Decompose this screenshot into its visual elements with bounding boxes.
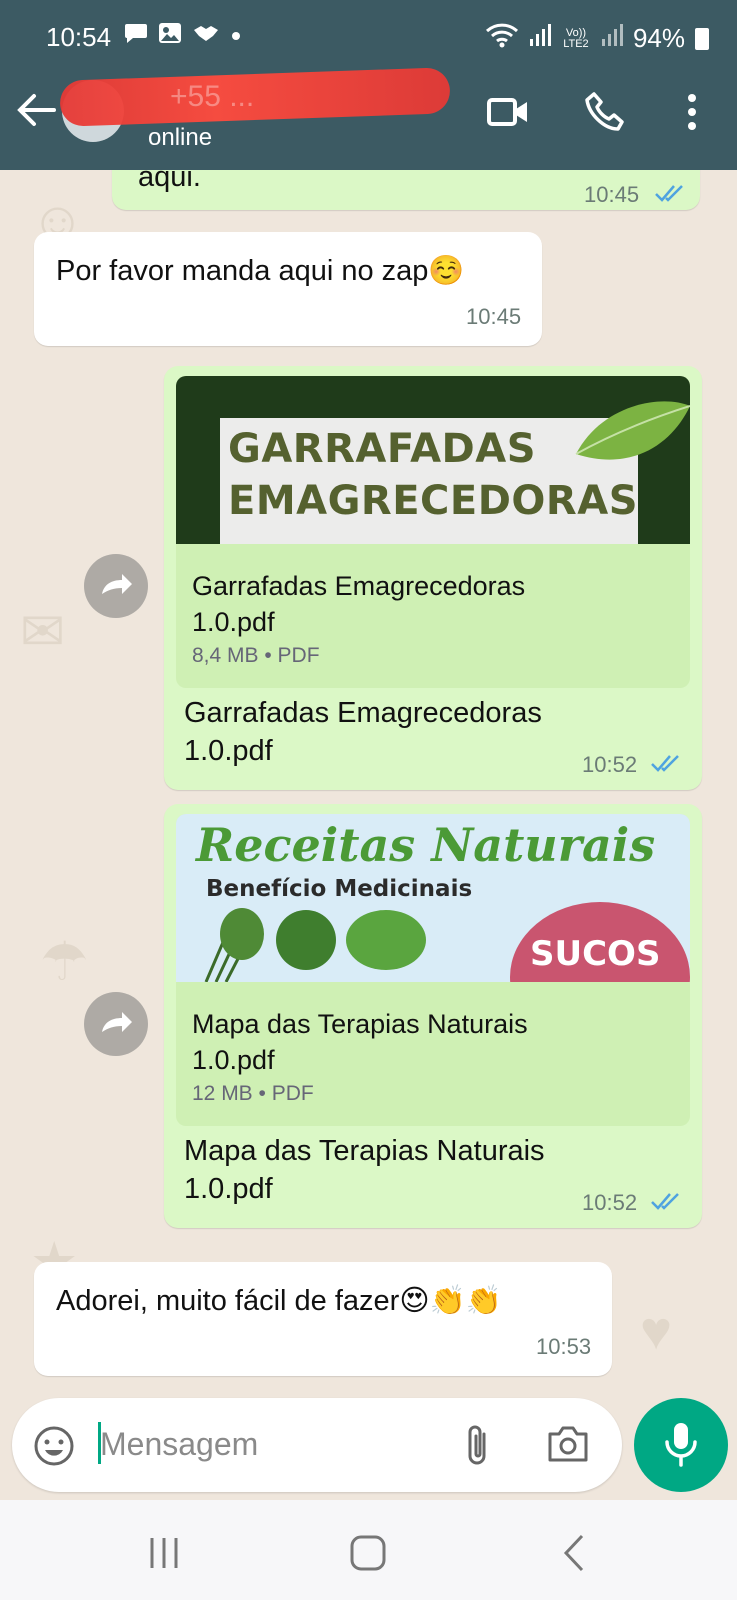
attach-icon[interactable] [460, 1422, 496, 1470]
battery-level: 94% [632, 23, 685, 53]
chat-area[interactable]: ☺ ♪ ✉ ☂ ★ ♥ aqui. 10:45 Por favor manda … [0, 170, 737, 1500]
signal-icon [529, 23, 551, 54]
message-time: 10:52 [582, 752, 638, 777]
wifi-icon [485, 22, 519, 55]
message-composer[interactable]: Mensagem [12, 1398, 622, 1492]
thumbnail-title-line: GARRAFADAS [228, 426, 537, 472]
message-time: 10:45 [584, 182, 640, 207]
contact-name-redaction [59, 67, 451, 127]
message-bubble-document[interactable]: GARRAFADAS EMAGRECEDORAS Garrafadas Emag… [164, 366, 702, 790]
message-time: 10:45 [466, 304, 522, 329]
wallpaper-doodle: ♥ [640, 1301, 673, 1361]
herbs-icon [204, 908, 426, 982]
signal-icon [601, 23, 623, 54]
recent-apps-icon[interactable] [134, 1528, 194, 1578]
image-icon [158, 22, 182, 50]
status-time: 10:54 [46, 22, 112, 52]
phone-icon[interactable] [584, 90, 628, 134]
message-bubble-outgoing[interactable]: aqui. 10:45 [112, 170, 700, 210]
contact-status: online [148, 124, 213, 151]
document-card[interactable]: Receitas Naturais Benefício Medicinais S… [176, 814, 690, 1126]
message-text: Adorei, muito fácil de fazer😍👏👏 [56, 1285, 502, 1317]
document-caption: Mapa das Terapias Naturais 1.0.pdf [184, 1135, 545, 1205]
mic-button[interactable] [634, 1398, 728, 1492]
document-file-name: Garrafadas Emagrecedoras 1.0.pdf [192, 571, 526, 637]
message-text: aqui. [138, 170, 201, 193]
forward-button[interactable] [84, 992, 148, 1056]
dot-icon [230, 25, 242, 48]
more-vert-icon[interactable] [670, 90, 714, 134]
system-icons: Vo)) LTE2 94% [485, 22, 709, 55]
system-nav-bar [0, 1500, 737, 1600]
emoji-icon[interactable] [32, 1424, 76, 1468]
forward-icon [102, 574, 132, 594]
message-bubble-incoming[interactable]: Adorei, muito fácil de fazer😍👏👏 10:53 [34, 1262, 612, 1376]
wallpaper-doodle: ✉ [20, 602, 66, 662]
message-input[interactable]: Mensagem [100, 1426, 258, 1463]
video-call-icon[interactable] [486, 90, 530, 134]
document-file-name: Mapa das Terapias Naturais 1.0.pdf [192, 1009, 528, 1075]
document-thumbnail: GARRAFADAS EMAGRECEDORAS [176, 376, 690, 544]
status-bar: 10:54 Vo)) LTE2 94% [0, 0, 737, 72]
back-icon[interactable] [546, 1528, 606, 1578]
home-icon[interactable] [338, 1528, 398, 1578]
handshake-icon [192, 22, 220, 50]
document-meta: 8,4 MB • PDF [192, 644, 320, 667]
thumbnail-title-line: EMAGRECEDORAS [228, 478, 638, 524]
thumbnail-subtitle: Benefício Medicinais [206, 876, 473, 902]
back-arrow-icon[interactable] [14, 88, 58, 132]
camera-icon[interactable] [546, 1424, 590, 1464]
chat-icon [124, 22, 148, 50]
contact-name[interactable]: +55 ... [170, 80, 254, 114]
message-bubble-document[interactable]: Receitas Naturais Benefício Medicinais S… [164, 804, 702, 1228]
battery-icon [695, 27, 709, 50]
document-card[interactable]: GARRAFADAS EMAGRECEDORAS Garrafadas Emag… [176, 376, 690, 688]
message-bubble-incoming[interactable]: Por favor manda aqui no zap☺️ 10:45 [34, 232, 542, 346]
notification-icons [124, 22, 242, 50]
forward-button[interactable] [84, 554, 148, 618]
thumbnail-badge-text: SUCOS [530, 934, 661, 974]
document-thumbnail: Receitas Naturais Benefício Medicinais S… [176, 814, 690, 982]
wallpaper-doodle: ☂ [40, 932, 89, 992]
message-time: 10:53 [536, 1334, 592, 1359]
volte-icon: Vo)) LTE2 [563, 26, 589, 50]
leaf-icon [575, 401, 690, 460]
thumbnail-title: Receitas Naturais [196, 818, 656, 872]
read-ticks-icon [655, 185, 683, 202]
document-caption: Garrafadas Emagrecedoras 1.0.pdf [184, 697, 542, 767]
read-ticks-icon [651, 1193, 679, 1210]
message-time: 10:52 [582, 1190, 638, 1215]
forward-icon [102, 1012, 132, 1032]
mic-icon [665, 1423, 697, 1467]
message-text: Por favor manda aqui no zap☺️ [56, 255, 465, 287]
document-meta: 12 MB • PDF [192, 1082, 314, 1105]
chat-header: 10:54 Vo)) LTE2 94% +55 ... online [0, 0, 737, 170]
read-ticks-icon [651, 755, 679, 772]
